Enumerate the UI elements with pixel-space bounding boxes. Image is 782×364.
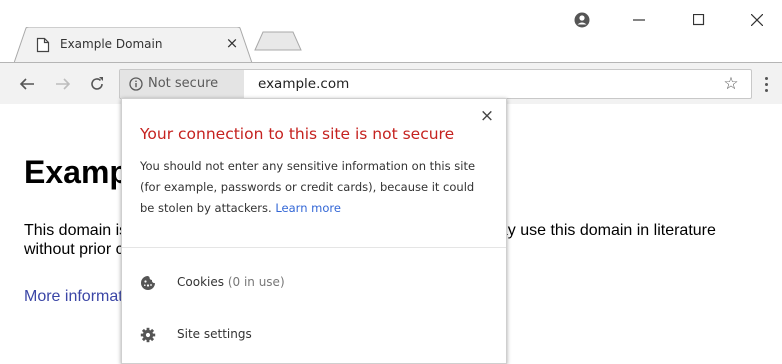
address-bar[interactable]: Not secure example.com ☆	[119, 69, 752, 99]
page-icon	[36, 37, 50, 53]
window-close-icon[interactable]	[742, 8, 772, 32]
cookie-icon	[141, 276, 155, 290]
reload-icon[interactable]	[86, 73, 108, 95]
popup-title: Your connection to this site is not secu…	[140, 125, 455, 143]
cookies-row[interactable]: Cookies (0 in use)	[122, 266, 506, 302]
minimize-icon[interactable]	[624, 8, 654, 32]
not-secure-label: Not secure	[148, 76, 219, 91]
new-tab-button[interactable]	[253, 30, 303, 62]
bookmark-star-icon[interactable]: ☆	[721, 74, 741, 94]
maximize-icon[interactable]	[684, 8, 714, 32]
tab-example-domain[interactable]: Example Domain ×	[14, 27, 253, 63]
title-bar: Example Domain ×	[0, 0, 782, 63]
cookies-label-text: Cookies	[177, 275, 224, 289]
site-settings-row[interactable]: Site settings	[122, 318, 506, 354]
profile-icon[interactable]	[567, 8, 597, 32]
tab-title: Example Domain	[60, 37, 163, 51]
cookies-count: (0 in use)	[227, 275, 285, 289]
url-text[interactable]: example.com	[258, 76, 349, 92]
forward-arrow-icon[interactable]	[52, 73, 74, 95]
popup-close-icon[interactable]: ×	[476, 105, 498, 127]
tab-close-icon[interactable]: ×	[223, 34, 241, 52]
back-arrow-icon[interactable]	[16, 73, 38, 95]
learn-more-link[interactable]: Learn more	[275, 201, 341, 215]
info-icon	[129, 77, 143, 91]
popup-body: You should not enter any sensitive infor…	[140, 156, 492, 219]
menu-icon[interactable]	[760, 73, 772, 95]
security-indicator[interactable]: Not secure	[120, 70, 244, 98]
cookies-label: Cookies (0 in use)	[177, 275, 285, 289]
site-settings-label: Site settings	[177, 327, 252, 341]
gear-icon	[140, 327, 156, 343]
site-info-popup: × Your connection to this site is not se…	[121, 98, 507, 364]
popup-divider	[122, 247, 506, 248]
